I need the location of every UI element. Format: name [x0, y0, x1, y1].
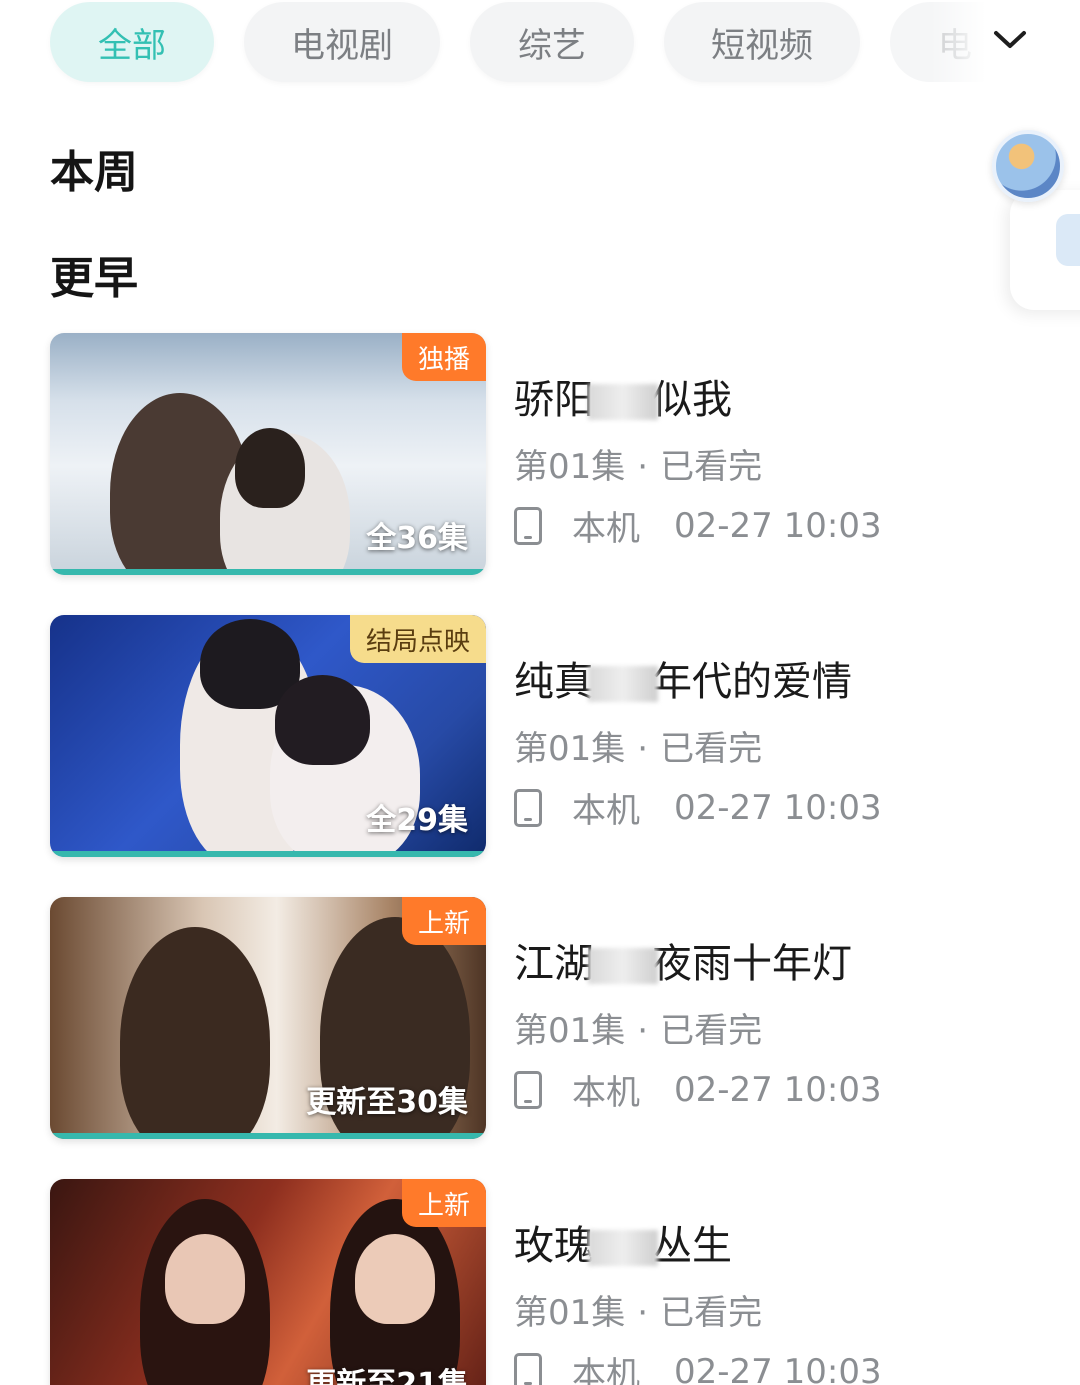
poster-figure	[355, 1234, 435, 1324]
watch-status: 已看完	[660, 1011, 763, 1051]
video-thumbnail[interactable]: 上新 更新至30集	[50, 897, 486, 1139]
title-text: 江湖	[514, 941, 594, 987]
episode-label: 第01集	[514, 729, 626, 769]
poster-figure	[120, 927, 270, 1139]
status-badge: 上新	[401, 1179, 486, 1227]
tab-short-video[interactable]: 短视频	[664, 2, 860, 82]
title-text: 骄阳	[514, 377, 594, 423]
item-title[interactable]: 骄阳 似我	[514, 367, 732, 425]
episode-count: 更新至21集	[306, 1367, 468, 1385]
history-item[interactable]: 独播 全36集 骄阳 似我 第01集 · 已看完 本机 02-27 10:03	[50, 333, 1050, 581]
watch-time: 02-27 10:03	[674, 505, 882, 546]
tab-label: 电视剧	[291, 25, 393, 66]
watch-progress: 第01集 · 已看完	[514, 1293, 763, 1333]
history-item[interactable]: 上新 更新至30集 江湖 夜雨十年灯 第01集 · 已看完 本机 02-27 10:0…	[50, 897, 1050, 1145]
episode-count: 更新至30集	[306, 1085, 468, 1120]
episode-count: 全29集	[366, 803, 468, 838]
tab-label: 全部	[98, 25, 166, 66]
device-row: 本机 02-27 10:03	[514, 1065, 882, 1114]
title-text: 丛生	[652, 1223, 732, 1269]
device-row: 本机 02-27 10:03	[514, 783, 882, 832]
watch-progress: 第01集 · 已看完	[514, 447, 763, 487]
device-label: 本机	[572, 791, 640, 831]
episode-count: 全36集	[366, 521, 468, 556]
watch-status: 已看完	[660, 1293, 763, 1333]
tab-label: 电	[938, 25, 972, 66]
tab-all[interactable]: 全部	[50, 2, 214, 82]
watch-time: 02-27 10:03	[674, 1069, 882, 1110]
watch-progress: 第01集 · 已看完	[514, 1011, 763, 1051]
poster-figure	[165, 1234, 245, 1324]
item-title[interactable]: 纯真 年代的爱情	[514, 649, 852, 707]
device-row: 本机 02-27 10:03	[514, 1347, 882, 1385]
episode-label: 第01集	[514, 1293, 626, 1333]
more-tabs-button[interactable]	[980, 8, 1040, 72]
history-item[interactable]: 上新 更新至21集 玫瑰 丛生 第01集 · 已看完 本机 02-27 10:03	[50, 1179, 1050, 1385]
status-badge: 结局点映	[349, 615, 486, 663]
phone-icon	[514, 506, 542, 545]
tab-variety[interactable]: 综艺	[470, 2, 634, 82]
section-this-week: 本周	[50, 147, 138, 198]
watch-status: 已看完	[660, 729, 763, 769]
episode-label: 第01集	[514, 1011, 626, 1051]
title-text: 玫瑰	[514, 1223, 594, 1269]
status-badge: 上新	[401, 897, 486, 945]
video-thumbnail[interactable]: 结局点映 全29集	[50, 615, 486, 857]
item-title[interactable]: 江湖 夜雨十年灯	[514, 931, 852, 989]
watch-progress-bar	[50, 569, 486, 575]
device-label: 本机	[572, 509, 640, 549]
watch-status: 已看完	[660, 447, 763, 487]
title-text: 年代的爱情	[652, 659, 852, 705]
watch-progress-bar	[50, 851, 486, 857]
poster-figure	[275, 675, 370, 765]
title-text: 夜雨十年灯	[652, 941, 852, 987]
phone-icon	[514, 1352, 542, 1385]
status-badge: 独播	[401, 333, 486, 381]
section-earlier: 更早	[50, 253, 138, 304]
watch-time: 02-27 10:03	[674, 1351, 882, 1385]
video-thumbnail[interactable]: 上新 更新至21集	[50, 1179, 486, 1385]
watch-time: 02-27 10:03	[674, 787, 882, 828]
censor-blur	[588, 948, 658, 984]
floating-panel-chip[interactable]	[1056, 214, 1080, 266]
watch-progress-bar	[50, 1133, 486, 1139]
censor-blur	[588, 666, 658, 702]
device-label: 本机	[572, 1355, 640, 1385]
title-text: 纯真	[514, 659, 594, 705]
watch-progress: 第01集 · 已看完	[514, 729, 763, 769]
item-title[interactable]: 玫瑰 丛生	[514, 1213, 732, 1271]
history-item[interactable]: 结局点映 全29集 纯真 年代的爱情 第01集 · 已看完 本机 02-27 10:0…	[50, 615, 1050, 863]
phone-icon	[514, 1070, 542, 1109]
category-tab-bar: 全部 电视剧 综艺 短视频 电	[0, 0, 1080, 92]
poster-figure	[235, 428, 305, 508]
tab-tv-series[interactable]: 电视剧	[244, 2, 440, 82]
title-text: 似我	[652, 377, 732, 423]
phone-icon	[514, 788, 542, 827]
episode-label: 第01集	[514, 447, 626, 487]
device-label: 本机	[572, 1073, 640, 1113]
floating-avatar[interactable]	[992, 130, 1064, 202]
censor-blur	[588, 1230, 658, 1266]
tab-label: 综艺	[518, 25, 586, 66]
device-row: 本机 02-27 10:03	[514, 501, 882, 550]
chevron-down-icon	[994, 31, 1026, 48]
censor-blur	[588, 384, 658, 420]
tab-label: 短视频	[711, 25, 813, 66]
video-thumbnail[interactable]: 独播 全36集	[50, 333, 486, 575]
